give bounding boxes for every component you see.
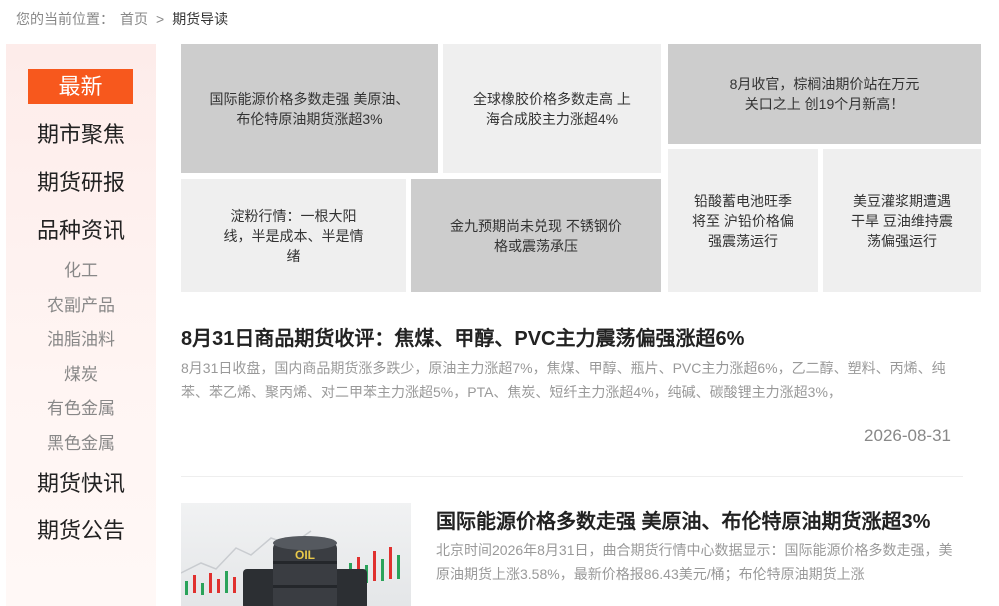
breadcrumb-home-link[interactable]: 首页 <box>120 9 148 29</box>
article-title[interactable]: 8月31日商品期货收评：焦煤、甲醇、PVC主力震荡偏强涨超6% <box>181 322 744 351</box>
barrel-label: OIL <box>295 548 315 562</box>
breadcrumb-separator: > <box>156 11 165 27</box>
news-tile[interactable]: 美豆灌浆期遭遇干旱 豆油维持震荡偏强运行 <box>823 149 981 292</box>
news-tile-text: 金九预期尚未兑现 不锈钢价格或震荡承压 <box>450 217 622 254</box>
sidebar-nav: 最新 期市聚焦 期货研报 品种资讯 化工 农副产品 油脂油料 煤炭 有色金属 黑… <box>6 44 156 606</box>
sidebar-item-market-focus[interactable]: 期市聚焦 <box>6 119 156 151</box>
sidebar-subitem-coal[interactable]: 煤炭 <box>6 363 156 387</box>
sidebar-subitem-agri[interactable]: 农副产品 <box>6 294 156 318</box>
oil-barrel-image: OIL <box>181 530 400 606</box>
article-title[interactable]: 国际能源价格多数走强 美原油、布伦特原油期货涨超3% <box>436 505 930 534</box>
news-tile[interactable]: 铅酸蓄电池旺季将至 沪铅价格偏强震荡运行 <box>668 149 818 292</box>
sidebar-subitem-oils[interactable]: 油脂油料 <box>6 328 156 352</box>
news-tile[interactable]: 国际能源价格多数走强 美原油、布伦特原油期货涨超3% <box>181 44 438 173</box>
news-tile-text: 8月收官，棕榈油期价站在万元关口之上 创19个月新高！ <box>729 76 920 112</box>
article-summary: 北京时间2026年8月31日，曲合期货行情中心数据显示：国际能源价格多数走强，美… <box>436 542 953 582</box>
article-divider <box>181 476 963 477</box>
news-tile[interactable]: 金九预期尚未兑现 不锈钢价格或震荡承压 <box>411 179 661 292</box>
article-summary: 8月31日收盘，国内商品期货涨多跌少，原油主力涨超7%，焦煤、甲醇、瓶片、PVC… <box>181 360 946 400</box>
news-tile-text: 美豆灌浆期遭遇干旱 豆油维持震荡偏强运行 <box>851 192 953 249</box>
sidebar-item-latest[interactable]: 最新 <box>28 69 133 104</box>
article-thumbnail[interactable]: OIL <box>181 503 411 606</box>
sidebar-subitem-ferrous[interactable]: 黑色金属 <box>6 432 156 456</box>
news-tile-text: 铅酸蓄电池旺季将至 沪铅价格偏强震荡运行 <box>692 192 794 249</box>
breadcrumb-current: 期货导读 <box>172 11 229 27</box>
sidebar-item-variety-news[interactable]: 品种资讯 <box>6 215 156 247</box>
breadcrumb-prefix: 您的当前位置： <box>16 11 114 27</box>
sidebar-subitem-chemical[interactable]: 化工 <box>6 259 156 283</box>
news-tile-text: 国际能源价格多数走强 美原油、布伦特原油期货涨超3% <box>209 90 410 127</box>
news-tile[interactable]: 淀粉行情：一根大阳线，半是成本、半是情绪 <box>181 179 406 292</box>
sidebar-item-announcements[interactable]: 期货公告 <box>6 515 156 547</box>
article-date: 2026-08-31 <box>864 426 951 445</box>
breadcrumb: 您的当前位置： 首页 > 期货导读 <box>16 9 228 29</box>
news-tile[interactable]: 全球橡胶价格多数走高 上海合成胶主力涨超4% <box>443 44 661 173</box>
sidebar-item-research[interactable]: 期货研报 <box>6 167 156 199</box>
sidebar-subitem-nonferrous[interactable]: 有色金属 <box>6 397 156 421</box>
sidebar-item-flash-news[interactable]: 期货快讯 <box>6 468 156 500</box>
news-tile-text: 淀粉行情：一根大阳线，半是成本、半是情绪 <box>223 207 364 264</box>
news-tile[interactable]: 8月收官，棕榈油期价站在万元关口之上 创19个月新高！ <box>668 44 981 144</box>
news-tile-text: 全球橡胶价格多数走高 上海合成胶主力涨超4% <box>473 90 631 127</box>
